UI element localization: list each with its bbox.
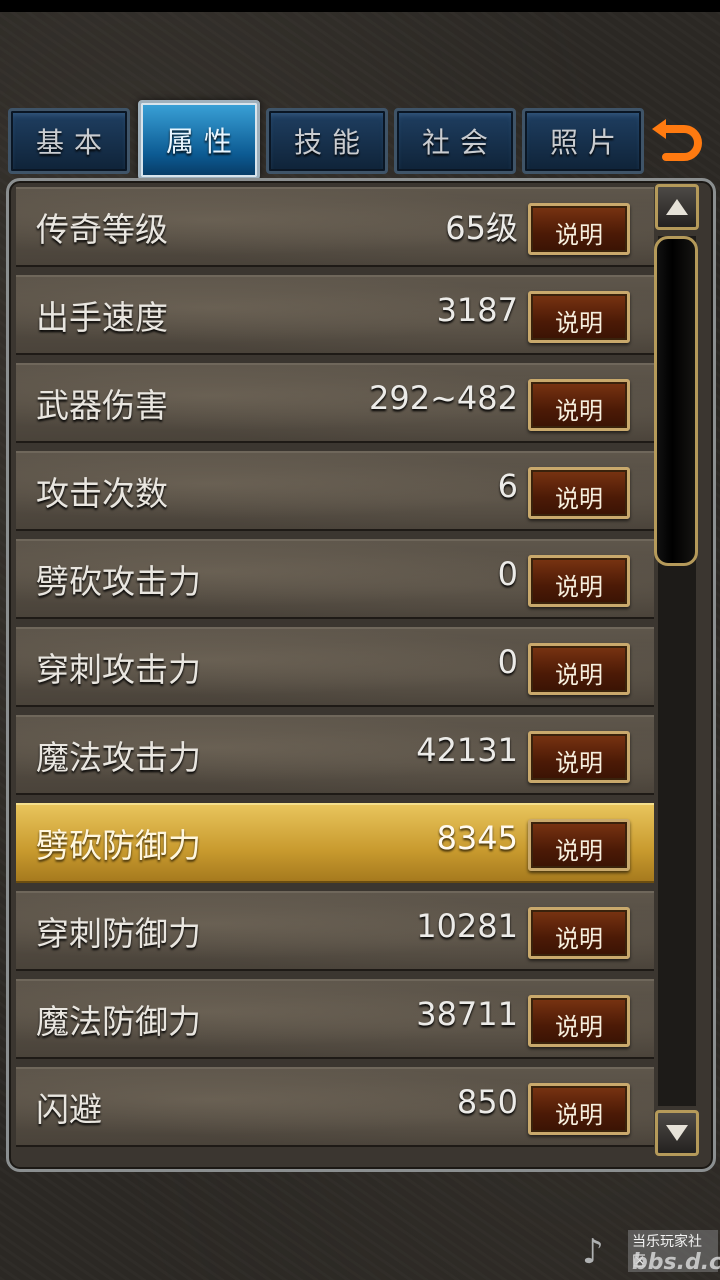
attribute-value: 3187 (436, 291, 518, 329)
attribute-label: 闪避 (36, 1090, 102, 1129)
attribute-value: 65级 (445, 209, 518, 247)
attribute-label: 魔法攻击力 (36, 738, 201, 777)
watermark-url: bbs.d.cn (632, 1250, 720, 1275)
attribute-label: 传奇等级 (36, 210, 168, 249)
attribute-row[interactable]: 穿刺攻击力 0 说明 (16, 627, 654, 707)
attribute-label: 武器伤害 (36, 386, 168, 425)
scroll-thumb[interactable] (654, 236, 698, 566)
triangle-up-icon (666, 199, 688, 215)
tab-social[interactable]: 社会 (394, 108, 516, 174)
tab-attributes[interactable]: 属性 (138, 100, 260, 180)
attribute-value: 850 (456, 1083, 518, 1121)
undo-arrow-icon (652, 118, 702, 161)
attribute-row[interactable]: 出手速度 3187 说明 (16, 275, 654, 355)
attribute-row[interactable]: 魔法防御力 38711 说明 (16, 979, 654, 1059)
attribute-row[interactable]: 劈砍攻击力 0 说明 (16, 539, 654, 619)
attribute-label: 劈砍防御力 (36, 826, 201, 865)
attribute-row[interactable]: 穿刺防御力 10281 说明 (16, 891, 654, 971)
attribute-label: 魔法防御力 (36, 1002, 201, 1041)
status-bar (0, 0, 720, 12)
attribute-label: 劈砍攻击力 (36, 562, 201, 601)
tab-bar: 基本 属性 技能 社会 照片 (0, 100, 720, 180)
tab-photos[interactable]: 照片 (522, 108, 644, 174)
triangle-down-icon (666, 1125, 688, 1141)
info-button[interactable]: 说明 (528, 643, 630, 695)
info-button[interactable]: 说明 (528, 995, 630, 1047)
attribute-label: 穿刺防御力 (36, 914, 201, 953)
info-button[interactable]: 说明 (528, 907, 630, 959)
tab-skills[interactable]: 技能 (266, 108, 388, 174)
attribute-value: 0 (497, 555, 518, 593)
info-button[interactable]: 说明 (528, 555, 630, 607)
info-button[interactable]: 说明 (528, 203, 630, 255)
attribute-value: 8345 (436, 819, 518, 857)
watermark: ♪ 当乐玩家社区 bbs.d.cn (582, 1226, 720, 1280)
attribute-value: 10281 (416, 907, 518, 945)
tab-basic[interactable]: 基本 (8, 108, 130, 174)
attribute-value: 292~482 (369, 379, 518, 417)
attribute-label: 出手速度 (36, 298, 168, 337)
info-button[interactable]: 说明 (528, 731, 630, 783)
scroll-up-button[interactable] (655, 184, 699, 230)
attribute-row[interactable]: 传奇等级 65级 说明 (16, 187, 654, 267)
attribute-label: 攻击次数 (36, 474, 168, 513)
attribute-row[interactable]: 攻击次数 6 说明 (16, 451, 654, 531)
attribute-value: 0 (497, 643, 518, 681)
info-button[interactable]: 说明 (528, 467, 630, 519)
music-note-logo-icon: ♪ (582, 1232, 604, 1272)
attribute-row[interactable]: 闪避 850 说明 (16, 1067, 654, 1147)
attribute-row[interactable]: 武器伤害 292~482 说明 (16, 363, 654, 443)
attribute-value: 42131 (416, 731, 518, 769)
attribute-row[interactable]: 魔法攻击力 42131 说明 (16, 715, 654, 795)
attribute-value: 38711 (416, 995, 518, 1033)
attribute-label: 穿刺攻击力 (36, 650, 201, 689)
info-button[interactable]: 说明 (528, 291, 630, 343)
info-button[interactable]: 说明 (528, 1083, 630, 1135)
info-button[interactable]: 说明 (528, 819, 630, 871)
attribute-row[interactable]: 劈砍防御力 8345 说明 (16, 803, 654, 883)
scroll-down-button[interactable] (655, 1110, 699, 1156)
attribute-value: 6 (497, 467, 518, 505)
info-button[interactable]: 说明 (528, 379, 630, 431)
back-button[interactable] (646, 115, 706, 170)
